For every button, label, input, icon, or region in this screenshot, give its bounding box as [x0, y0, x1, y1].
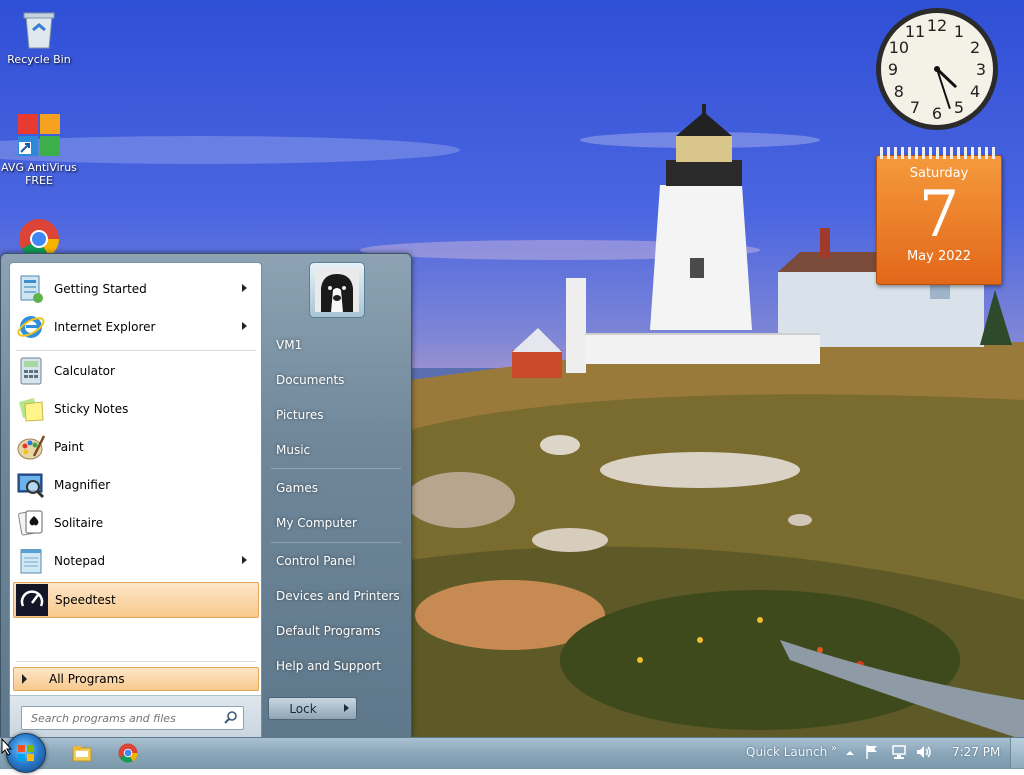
clock-gadget[interactable]: 12 1 2 3 4 5 6 7 8 9 10 11 [874, 6, 1000, 132]
desktop-icon-recycle-bin[interactable]: Recycle Bin [0, 8, 78, 66]
quick-launch-toolbar[interactable]: Quick Launch » [746, 743, 837, 759]
show-desktop-button[interactable] [1010, 738, 1024, 768]
desktop-icon-label: Recycle Bin [7, 53, 71, 66]
submenu-arrow-icon [242, 284, 247, 292]
search-input[interactable] [29, 707, 223, 729]
clock-number: 12 [927, 16, 947, 35]
start-menu-programs-pane: Getting Started Internet Explorer Calcul… [9, 262, 262, 740]
user-avatar-image [315, 268, 359, 312]
calendar-day-number: 7 [918, 178, 960, 252]
shutdown-options-button[interactable] [336, 697, 357, 720]
desktop-icon-avg-antivirus[interactable]: AVG AntiVirus FREE [0, 112, 78, 187]
start-item-devices-and-printers[interactable]: Devices and Printers [276, 589, 400, 603]
speedtest-icon [16, 584, 48, 616]
quick-launch-label: Quick Launch [746, 745, 828, 759]
start-item-default-programs[interactable]: Default Programs [276, 624, 381, 638]
start-item-music[interactable]: Music [276, 443, 310, 457]
all-programs-label: All Programs [49, 672, 125, 686]
clock-number: 7 [910, 98, 920, 117]
submenu-arrow-icon [242, 556, 247, 564]
start-item-help-and-support[interactable]: Help and Support [276, 659, 381, 673]
clock-number: 3 [976, 60, 986, 79]
start-menu: Getting Started Internet Explorer Calcul… [0, 253, 412, 740]
search-area [10, 695, 261, 740]
show-hidden-icons-button[interactable] [845, 747, 855, 761]
start-item-user[interactable]: VM1 [276, 338, 302, 352]
program-paint[interactable]: Paint [13, 430, 257, 464]
search-icon[interactable] [224, 710, 238, 727]
desktop-icon-label: AVG AntiVirus FREE [1, 161, 77, 187]
clock-number: 11 [905, 22, 925, 41]
all-programs-button[interactable]: All Programs [13, 667, 259, 691]
start-item-pictures[interactable]: Pictures [276, 408, 324, 422]
program-magnifier[interactable]: Magnifier [13, 468, 257, 502]
clock-number: 2 [970, 38, 980, 57]
solitaire-icon [15, 507, 47, 539]
program-getting-started[interactable]: Getting Started [13, 272, 257, 306]
program-internet-explorer[interactable]: Internet Explorer [13, 310, 257, 344]
search-box[interactable] [21, 706, 244, 730]
calendar-month-year: May 2022 [906, 249, 972, 264]
clock-number: 5 [954, 98, 964, 117]
notepad-icon [15, 545, 47, 577]
paint-icon [15, 431, 47, 463]
recycle-bin-icon [18, 8, 60, 50]
clock-number: 4 [970, 82, 980, 101]
clock-number: 8 [894, 82, 904, 101]
taskbar-clock[interactable]: 7:27 PM [952, 745, 1000, 759]
all-programs-arrow-icon [22, 674, 27, 684]
mouse-cursor-icon [1, 737, 13, 759]
network-icon[interactable] [890, 744, 908, 763]
clock-number: 6 [932, 104, 942, 123]
program-calculator[interactable]: Calculator [13, 354, 257, 388]
program-notepad[interactable]: Notepad [13, 544, 257, 578]
calculator-icon [15, 355, 47, 387]
volume-icon[interactable] [915, 744, 933, 763]
magnifier-icon [15, 469, 47, 501]
start-item-my-computer[interactable]: My Computer [276, 516, 357, 530]
file-explorer-icon[interactable] [72, 743, 92, 763]
submenu-arrow-icon [242, 322, 247, 330]
sticky-notes-icon [15, 393, 47, 425]
lock-button[interactable]: Lock [268, 697, 338, 720]
calendar-rings [880, 147, 996, 159]
start-item-documents[interactable]: Documents [276, 373, 344, 387]
all-programs-separator [16, 661, 256, 662]
start-item-control-panel[interactable]: Control Panel [276, 554, 356, 568]
program-solitaire[interactable]: Solitaire [13, 506, 257, 540]
user-avatar[interactable] [309, 262, 365, 318]
program-speedtest[interactable]: Speedtest [13, 582, 259, 618]
clock-number: 9 [888, 60, 898, 79]
start-item-games[interactable]: Games [276, 481, 318, 495]
right-separator [271, 542, 401, 543]
program-sticky-notes[interactable]: Sticky Notes [13, 392, 257, 426]
chrome-icon[interactable] [118, 743, 138, 763]
quick-launch-chevron-icon[interactable]: » [831, 743, 837, 754]
programs-separator [16, 350, 256, 351]
getting-started-icon [15, 273, 47, 305]
chevron-up-icon [846, 751, 854, 755]
clock-number: 1 [954, 22, 964, 41]
internet-explorer-icon [15, 311, 47, 343]
avg-antivirus-icon [16, 112, 62, 158]
action-center-flag-icon[interactable] [865, 744, 879, 763]
calendar-gadget[interactable]: Saturday 7 May 2022 [876, 147, 1002, 285]
right-separator [271, 468, 401, 469]
